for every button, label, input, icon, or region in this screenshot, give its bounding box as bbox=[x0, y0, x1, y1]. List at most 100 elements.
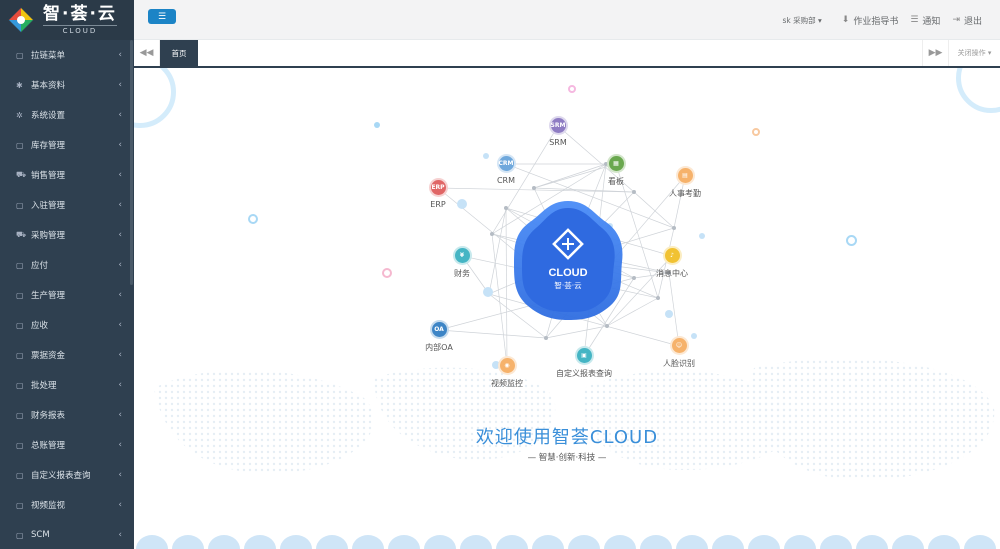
network-hub-dot bbox=[605, 324, 609, 328]
tab-scroll-right-button[interactable]: ▶▶ bbox=[922, 40, 948, 66]
menu-toggle-button[interactable]: ☰ bbox=[148, 9, 176, 24]
chevron-left-icon: ‹ bbox=[118, 110, 122, 120]
close-operations-dropdown[interactable]: 关闭操作 ▾ bbox=[948, 40, 1000, 66]
sidebar-item-0[interactable]: ▢ 拉链菜单 ‹ bbox=[0, 40, 134, 70]
wave-bump bbox=[928, 535, 960, 549]
sidebar-item-1[interactable]: ✱ 基本资料 ‹ bbox=[0, 70, 134, 100]
wave-bump bbox=[748, 535, 780, 549]
module-label: SRM bbox=[549, 138, 567, 147]
sidebar-item-label: 总账管理 bbox=[31, 441, 66, 451]
caret-down-icon: ▾ bbox=[985, 49, 992, 57]
cloud-center-badge: CLOUD 智·荟·云 bbox=[514, 201, 623, 320]
window-icon: ▢ bbox=[16, 530, 24, 540]
sidebar-item-14[interactable]: ▢ 自定义报表查询 ‹ bbox=[0, 460, 134, 490]
module-node[interactable]: ▣ 自定义报表查询 bbox=[554, 346, 614, 379]
sidebar-item-7[interactable]: ▢ 应付 ‹ bbox=[0, 250, 134, 280]
guide-label: 作业指导书 bbox=[853, 16, 899, 27]
module-label: 人事考勤 bbox=[669, 189, 701, 198]
module-node[interactable]: ¥ 财务 bbox=[432, 246, 492, 279]
chevron-left-icon: ‹ bbox=[118, 380, 122, 390]
module-node[interactable]: CRM CRM bbox=[476, 154, 536, 185]
logout-label: 退出 bbox=[963, 16, 982, 27]
sidebar-item-6[interactable]: ⛟ 采购管理 ‹ bbox=[0, 220, 134, 250]
wave-bump bbox=[244, 535, 276, 549]
network-line bbox=[491, 233, 508, 367]
chevron-left-icon: ‹ bbox=[118, 230, 122, 240]
chevron-left-icon: ‹ bbox=[118, 410, 122, 420]
wave-bump bbox=[892, 535, 924, 549]
sidebar-nav: ▢ 拉链菜单 ‹ ✱ 基本资料 ‹ ✲ 系统设置 ‹ ▢ 库存管理 ‹ ⛟ 销售管理 ‹ ▢ 入驻管理 ‹ ⛟ 采购管… bbox=[0, 40, 134, 549]
sidebar-item-12[interactable]: ▢ 财务报表 ‹ bbox=[0, 400, 134, 430]
sidebar-item-4[interactable]: ⛟ 销售管理 ‹ bbox=[0, 160, 134, 190]
module-label: ERP bbox=[430, 200, 446, 209]
module-node[interactable]: ☺ 人脸识别 bbox=[649, 336, 709, 369]
window-icon: ▢ bbox=[16, 410, 24, 420]
camera-icon: ◉ bbox=[497, 356, 517, 375]
wave-bump bbox=[316, 535, 348, 549]
logout-link[interactable]: ⇥ 退出 bbox=[952, 14, 982, 27]
sidebar-item-2[interactable]: ✲ 系统设置 ‹ bbox=[0, 100, 134, 130]
sidebar-item-label: 采购管理 bbox=[31, 231, 66, 241]
sidebar-item-label: SCM bbox=[31, 530, 50, 540]
window-icon: ▢ bbox=[16, 260, 24, 270]
app-window: 智·荟·云 CLOUD ▢ 拉链菜单 ‹ ✱ 基本资料 ‹ ✲ 系统设置 ‹ ▢ 库存管理 ‹ ⛟ 销售管… bbox=[0, 0, 1000, 549]
wave-bump bbox=[856, 535, 888, 549]
sign-out-icon: ⇥ bbox=[952, 15, 960, 25]
module-node[interactable]: ♪ 消息中心 bbox=[642, 246, 702, 279]
module-node[interactable]: SRM SRM bbox=[528, 116, 588, 147]
network-hub-dot bbox=[632, 276, 636, 280]
oa-icon: OA bbox=[429, 320, 449, 339]
logo-mark-icon bbox=[8, 7, 34, 33]
cart-plus-icon: ⛟ bbox=[16, 230, 27, 239]
sidebar-item-10[interactable]: ▢ 票据资金 ‹ bbox=[0, 340, 134, 370]
tab-scroll-left-button[interactable]: ◀◀ bbox=[134, 40, 160, 66]
sidebar-item-8[interactable]: ▢ 生产管理 ‹ bbox=[0, 280, 134, 310]
sidebar-item-9[interactable]: ▢ 应收 ‹ bbox=[0, 310, 134, 340]
wave-bump bbox=[208, 535, 240, 549]
sidebar-scrollbar[interactable] bbox=[130, 40, 133, 285]
module-node[interactable]: OA 内部OA bbox=[409, 320, 469, 353]
sidebar-item-11[interactable]: ▢ 批处理 ‹ bbox=[0, 370, 134, 400]
chevron-left-icon: ‹ bbox=[118, 320, 122, 330]
sidebar-item-15[interactable]: ▢ 视频监视 ‹ bbox=[0, 490, 134, 520]
window-icon: ▢ bbox=[16, 320, 24, 330]
sidebar-item-16[interactable]: ▢ SCM ‹ bbox=[0, 520, 134, 549]
sidebar-item-label: 自定义报表查询 bbox=[31, 471, 91, 481]
tab-home[interactable]: 首页 bbox=[160, 40, 198, 66]
wave-bump bbox=[136, 535, 168, 549]
sidebar-item-13[interactable]: ▢ 总账管理 ‹ bbox=[0, 430, 134, 460]
chevron-left-icon: ‹ bbox=[118, 170, 122, 180]
network-hub-dot bbox=[656, 296, 660, 300]
sidebar-item-label: 拉链菜单 bbox=[31, 51, 66, 61]
sidebar-item-5[interactable]: ▢ 入驻管理 ‹ bbox=[0, 190, 134, 220]
attendance-icon: ▤ bbox=[675, 166, 695, 185]
cogs-icon: ✱ bbox=[16, 80, 23, 90]
chevron-left-icon: ‹ bbox=[118, 530, 122, 540]
wave-bump bbox=[424, 535, 456, 549]
sidebar-item-label: 销售管理 bbox=[31, 171, 66, 181]
guide-link[interactable]: ⬇ 作业指导书 bbox=[842, 14, 899, 27]
sidebar-item-label: 应收 bbox=[31, 321, 49, 331]
window-icon: ▢ bbox=[16, 350, 24, 360]
module-node[interactable]: ▤ 人事考勤 bbox=[655, 166, 715, 199]
module-node[interactable]: ▦ 看板 bbox=[586, 154, 646, 187]
logo-en-text: CLOUD bbox=[43, 25, 117, 35]
window-icon: ▢ bbox=[16, 50, 24, 60]
download-icon: ⬇ bbox=[841, 15, 850, 25]
sidebar-item-3[interactable]: ▢ 库存管理 ‹ bbox=[0, 130, 134, 160]
sidebar: 智·荟·云 CLOUD ▢ 拉链菜单 ‹ ✱ 基本资料 ‹ ✲ 系统设置 ‹ ▢ 库存管理 ‹ ⛟ 销售管… bbox=[0, 0, 134, 549]
module-label: 人脸识别 bbox=[663, 359, 695, 368]
sidebar-item-label: 入驻管理 bbox=[31, 201, 66, 211]
user-dropdown[interactable]: sk 采购部 ▾ bbox=[782, 15, 821, 26]
wave-bump bbox=[964, 535, 996, 549]
erp-icon: ERP bbox=[428, 178, 448, 197]
network-accent-dot bbox=[665, 310, 673, 318]
notice-link[interactable]: ☰ 通知 bbox=[910, 14, 940, 27]
module-node[interactable]: ERP ERP bbox=[408, 178, 468, 209]
module-node[interactable]: ◉ 视频监控 bbox=[477, 356, 537, 389]
wave-bump bbox=[460, 535, 492, 549]
network-hub-dot bbox=[672, 226, 676, 230]
wave-bump bbox=[352, 535, 384, 549]
wave-bump bbox=[388, 535, 420, 549]
wave-bump bbox=[568, 535, 600, 549]
